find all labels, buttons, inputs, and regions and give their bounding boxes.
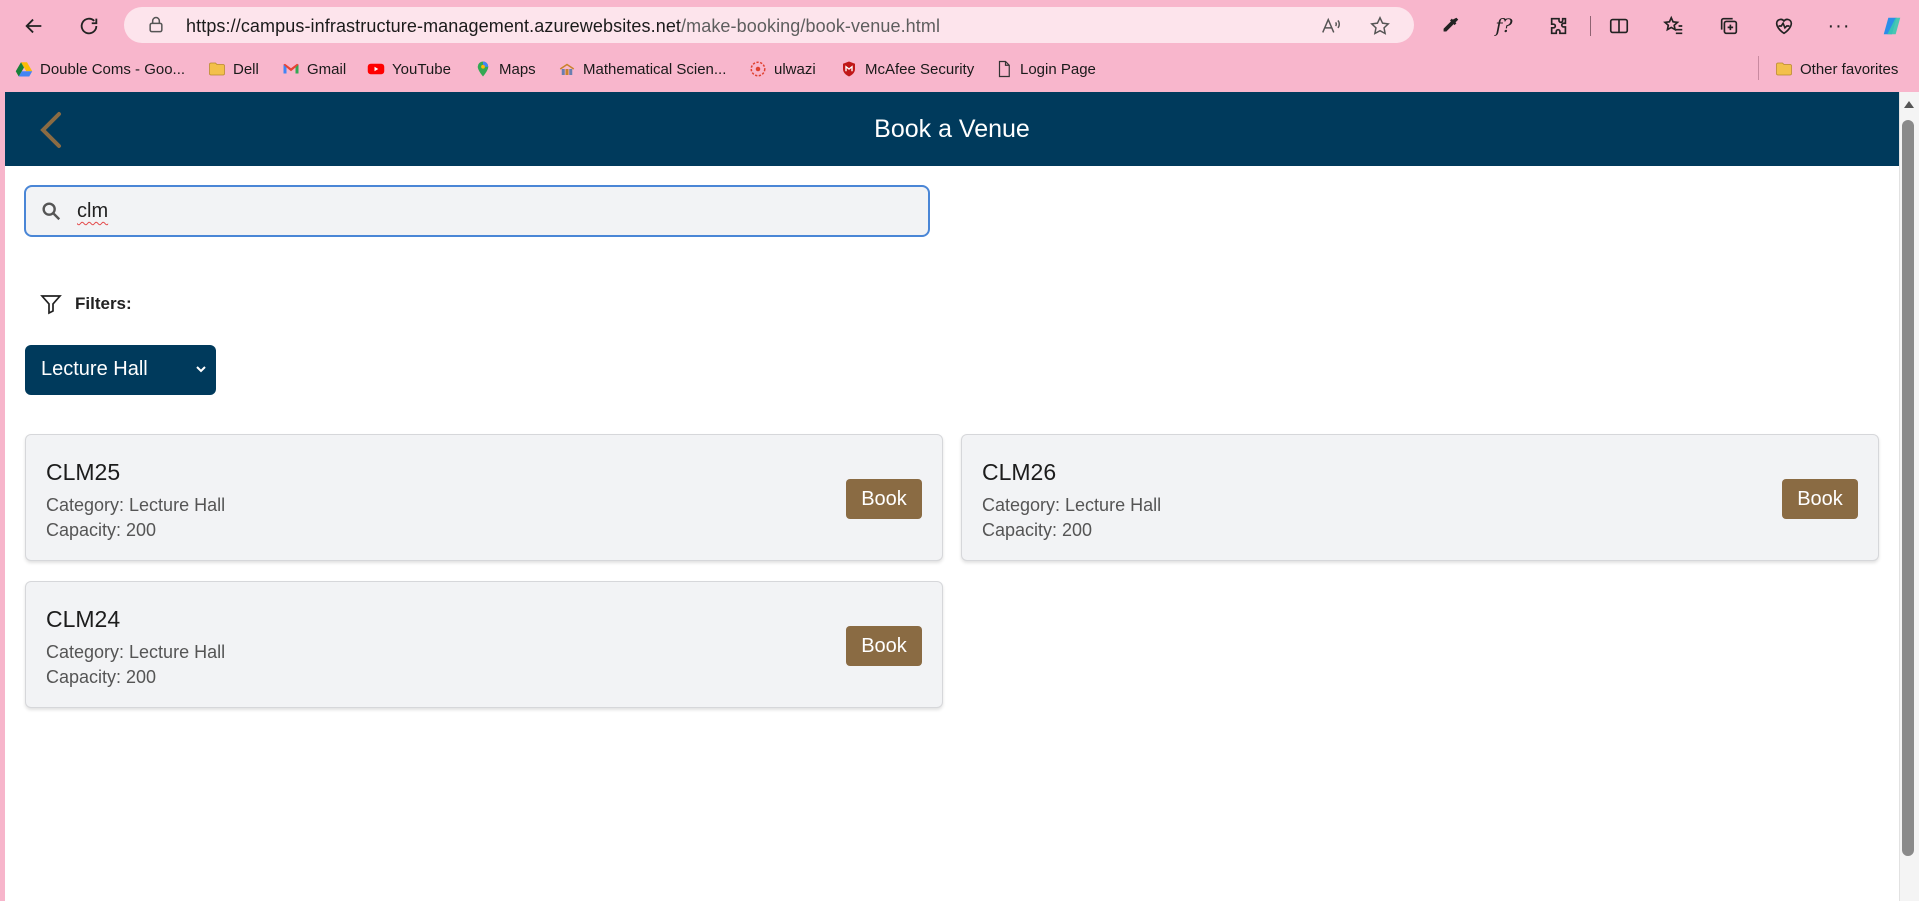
page-title: Book a Venue: [874, 115, 1030, 143]
venue-category: Category: Lecture Hall: [46, 495, 226, 515]
category-select-value: Lecture Hall: [41, 358, 148, 380]
page-icon: [998, 60, 1010, 78]
folder-icon: [1776, 62, 1792, 76]
book-button[interactable]: Book: [846, 479, 922, 519]
site-icon: [559, 63, 575, 75]
filters-label: Filters:: [75, 294, 132, 313]
browser-chrome: https://campus-infrastructure-management…: [0, 0, 1919, 92]
bookmark-label: Dell: [233, 60, 259, 78]
venue-card: CLM26 Category: Lecture Hall Capacity: 2…: [961, 434, 1879, 561]
url-path: /make-booking/book-venue.html: [681, 16, 941, 36]
browser-health-icon[interactable]: [1768, 10, 1800, 42]
read-aloud-icon[interactable]: [1320, 15, 1342, 37]
mcafee-icon: [843, 61, 855, 77]
gmail-icon: [283, 63, 299, 74]
search-icon: [42, 202, 61, 221]
address-bar[interactable]: https://campus-infrastructure-management…: [124, 7, 1414, 43]
bookmarks-bar: Double Coms - Goo... Dell Gmail YouTube …: [0, 54, 1919, 84]
bookmark-label: ulwazi: [774, 60, 816, 78]
bookmark-other-favorites[interactable]: Other favorites: [1775, 58, 1898, 80]
bookmark-label: Login Page: [1020, 60, 1096, 78]
filters-label-row: Filters:: [39, 292, 132, 316]
bookmark-dell[interactable]: Dell: [208, 58, 259, 80]
category-select[interactable]: Lecture Hall: [25, 345, 216, 395]
bookmark-gmail[interactable]: Gmail: [282, 58, 346, 80]
copilot-icon[interactable]: [1876, 10, 1908, 42]
bookmark-label: McAfee Security: [865, 60, 975, 78]
venue-card: CLM24 Category: Lecture Hall Capacity: 2…: [25, 581, 943, 708]
bookmark-login-page[interactable]: Login Page: [995, 58, 1096, 80]
venue-capacity: Capacity: 200: [46, 667, 157, 687]
folder-icon: [209, 62, 225, 76]
bookmark-double-coms[interactable]: Double Coms - Goo...: [15, 58, 185, 80]
lock-icon[interactable]: [146, 15, 166, 35]
browser-toolbar: https://campus-infrastructure-management…: [0, 0, 1919, 52]
venue-name: CLM26: [982, 459, 1057, 485]
bookmark-label: YouTube: [392, 60, 451, 78]
bookmark-mcafee[interactable]: McAfee Security: [840, 58, 974, 80]
bookmark-mathematical-sciences[interactable]: Mathematical Scien...: [558, 58, 726, 80]
bookmark-label: Mathematical Scien...: [583, 60, 727, 78]
book-button[interactable]: Book: [1782, 479, 1858, 519]
bookmark-label: Other favorites: [1800, 60, 1899, 78]
bookmark-ulwazi[interactable]: ulwazi: [749, 58, 816, 80]
page-header: Book a Venue: [5, 92, 1899, 166]
back-nav-icon[interactable]: [18, 10, 50, 42]
venue-capacity: Capacity: 200: [46, 520, 157, 540]
bookmark-label: Double Coms - Goo...: [40, 60, 186, 78]
venue-category: Category: Lecture Hall: [982, 495, 1162, 515]
venue-card: CLM25 Category: Lecture Hall Capacity: 2…: [25, 434, 943, 561]
google-drive-icon: [15, 62, 33, 77]
more-menu-icon[interactable]: ···: [1823, 10, 1855, 42]
favorite-star-icon[interactable]: [1369, 15, 1391, 37]
collections-icon[interactable]: [1713, 10, 1745, 42]
chevron-down-icon: [196, 366, 206, 373]
youtube-icon: [367, 63, 385, 75]
venue-name: CLM24: [46, 606, 121, 632]
scrollbar-thumb[interactable]: [1902, 120, 1914, 856]
search-input[interactable]: clm: [24, 185, 930, 237]
scroll-up-icon[interactable]: [1902, 98, 1916, 110]
bookmark-youtube[interactable]: YouTube: [367, 58, 451, 80]
url-host: https://campus-infrastructure-management…: [186, 16, 682, 36]
venue-capacity: Capacity: 200: [982, 520, 1093, 540]
url-text[interactable]: https://campus-infrastructure-management…: [186, 16, 940, 37]
toolbar-divider: [1590, 16, 1591, 36]
extensions-icon[interactable]: [1543, 10, 1575, 42]
book-button[interactable]: Book: [846, 626, 922, 666]
ulwazi-icon: [750, 61, 766, 77]
venue-name: CLM25: [46, 459, 121, 485]
maps-icon: [477, 61, 489, 77]
bookmark-maps[interactable]: Maps: [474, 58, 536, 80]
formula-icon[interactable]: f?: [1488, 10, 1520, 42]
venue-category: Category: Lecture Hall: [46, 642, 226, 662]
bookmarks-divider: [1758, 56, 1759, 80]
page-viewport: Book a Venue clm Filters: Lecture Hall C…: [5, 92, 1899, 901]
bookmark-label: Gmail: [307, 60, 347, 78]
filter-icon: [40, 295, 62, 315]
search-input-value: clm: [77, 200, 109, 222]
eyedropper-icon[interactable]: [1434, 10, 1466, 42]
refresh-icon[interactable]: [73, 10, 105, 42]
bookmark-label: Maps: [499, 60, 536, 78]
split-screen-icon[interactable]: [1603, 10, 1635, 42]
favorites-list-icon[interactable]: [1658, 10, 1690, 42]
